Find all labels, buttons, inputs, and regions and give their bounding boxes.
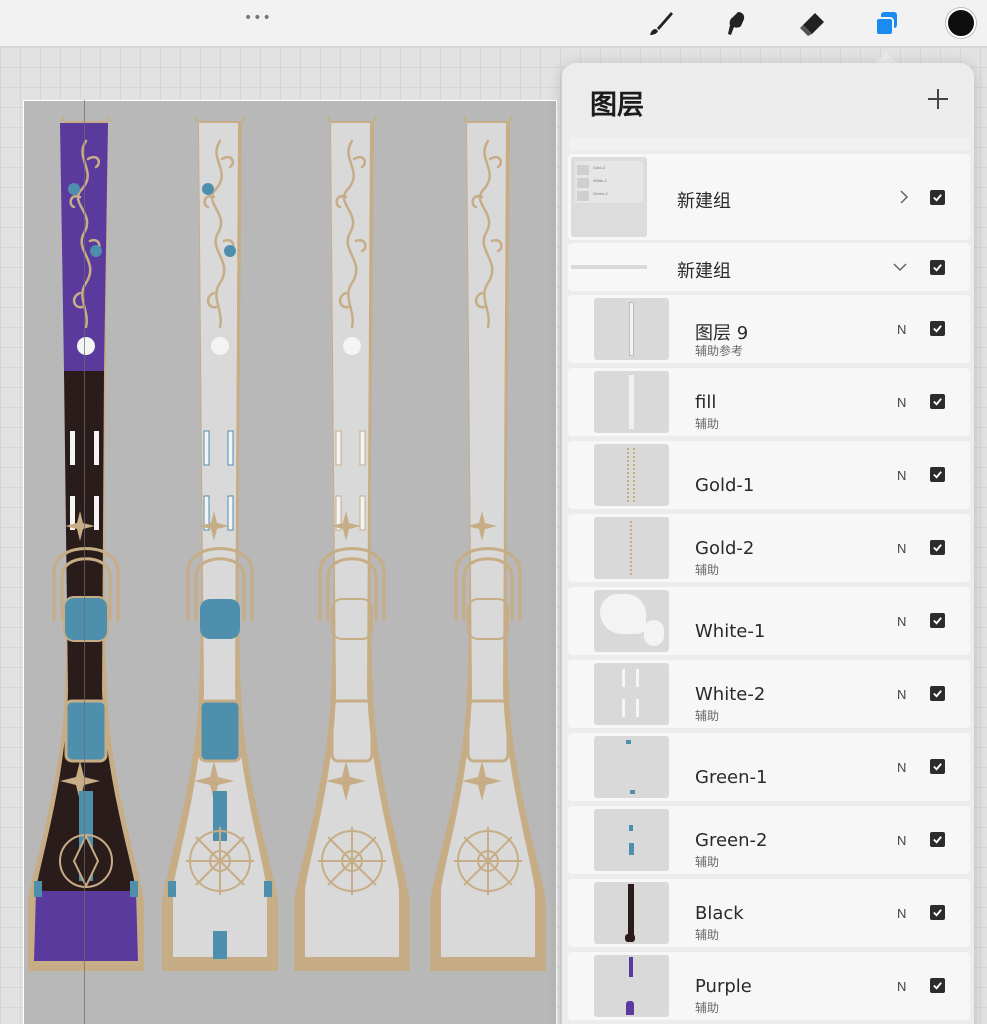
group-name: 新建组 bbox=[677, 191, 731, 212]
blend-mode[interactable]: N bbox=[897, 833, 906, 848]
layer-thumbnail bbox=[594, 809, 669, 871]
blend-mode[interactable]: N bbox=[897, 906, 906, 921]
chevron-right-icon[interactable] bbox=[896, 189, 912, 205]
blend-mode[interactable]: N bbox=[897, 979, 906, 994]
chevron-down-icon[interactable] bbox=[892, 259, 908, 275]
brush-icon[interactable] bbox=[642, 6, 678, 42]
visibility-checkbox[interactable] bbox=[930, 260, 945, 275]
layer-row[interactable]: Green-1 N bbox=[568, 733, 970, 801]
visibility-checkbox[interactable] bbox=[930, 905, 945, 920]
layer-name: Gold-2 bbox=[695, 538, 755, 559]
layer-thumbnail bbox=[594, 663, 669, 725]
layer-row[interactable]: fill 辅助 N bbox=[568, 368, 970, 436]
visibility-checkbox[interactable] bbox=[930, 832, 945, 847]
layer-subtitle: 辅助 bbox=[695, 1001, 720, 1015]
blend-mode[interactable]: N bbox=[897, 541, 906, 556]
visibility-checkbox[interactable] bbox=[930, 686, 945, 701]
visibility-checkbox[interactable] bbox=[930, 759, 945, 774]
layer-row[interactable]: 图层 9 辅助参考 N bbox=[568, 295, 970, 363]
layer-row-partial[interactable] bbox=[570, 137, 970, 151]
artboard[interactable] bbox=[23, 100, 557, 1024]
eraser-icon[interactable] bbox=[794, 6, 830, 42]
layer-row[interactable]: Green-2 辅助 N bbox=[568, 806, 970, 874]
layer-row[interactable]: Black 辅助 N bbox=[568, 879, 970, 947]
group-row-collapsed[interactable]: Gold-2 White-2 Green-2 新建组 bbox=[568, 154, 970, 240]
group-row-expanded[interactable]: 新建组 bbox=[568, 243, 970, 291]
layer-row[interactable]: Purple 辅助 N bbox=[568, 952, 970, 1020]
layer-thumbnail bbox=[594, 444, 669, 506]
blend-mode[interactable]: N bbox=[897, 468, 906, 483]
layer-subtitle: 辅助 bbox=[695, 709, 720, 723]
stole-artwork bbox=[28, 116, 546, 971]
layer-thumbnail bbox=[594, 517, 669, 579]
visibility-checkbox[interactable] bbox=[930, 978, 945, 993]
layer-name: fill bbox=[695, 392, 717, 413]
layer-thumbnail bbox=[594, 590, 669, 652]
visibility-checkbox[interactable] bbox=[930, 321, 945, 336]
layer-row[interactable]: Gold-1 N bbox=[568, 441, 970, 509]
layer-row[interactable]: White-1 N bbox=[568, 587, 970, 655]
layer-subtitle: 辅助 bbox=[695, 563, 720, 577]
blend-mode[interactable]: N bbox=[897, 614, 906, 629]
blend-mode[interactable]: N bbox=[897, 322, 906, 337]
thumb-line-2: White-2 bbox=[593, 178, 607, 183]
visibility-checkbox[interactable] bbox=[930, 613, 945, 628]
layer-thumbnail bbox=[594, 298, 669, 360]
group-name: 新建组 bbox=[677, 261, 731, 282]
layer-name: White-2 bbox=[695, 684, 766, 705]
layer-name: Green-2 bbox=[695, 830, 768, 851]
blend-mode[interactable]: N bbox=[897, 395, 906, 410]
panel-title: 图层 bbox=[590, 90, 644, 121]
blend-mode[interactable]: N bbox=[897, 760, 906, 775]
group-thumbnail-collapsed bbox=[571, 265, 647, 269]
color-picker-swatch[interactable] bbox=[946, 8, 976, 38]
layer-name: Black bbox=[695, 903, 744, 924]
layer-thumbnail bbox=[594, 955, 669, 1017]
visibility-checkbox[interactable] bbox=[930, 540, 945, 555]
visibility-checkbox[interactable] bbox=[930, 467, 945, 482]
layer-name: White-1 bbox=[695, 621, 766, 642]
layer-thumbnail bbox=[594, 736, 669, 798]
layer-row[interactable]: White-2 辅助 N bbox=[568, 660, 970, 728]
add-layer-button[interactable] bbox=[924, 85, 952, 113]
more-icon[interactable]: ••• bbox=[244, 10, 272, 26]
layer-thumbnail bbox=[594, 371, 669, 433]
layer-thumbnail bbox=[594, 882, 669, 944]
top-toolbar: ••• bbox=[0, 0, 987, 47]
layer-subtitle: 辅助 bbox=[695, 928, 720, 942]
layer-name: Purple bbox=[695, 976, 752, 997]
vertical-guide-line bbox=[84, 100, 85, 1024]
layer-name: Green-1 bbox=[695, 767, 768, 788]
layer-row[interactable]: Gold-2 辅助 N bbox=[568, 514, 970, 582]
layer-subtitle: 辅助参考 bbox=[695, 344, 744, 358]
blend-mode[interactable]: N bbox=[897, 687, 906, 702]
layer-subtitle: 辅助 bbox=[695, 855, 720, 869]
smudge-icon[interactable] bbox=[718, 6, 754, 42]
layer-name: Gold-1 bbox=[695, 475, 755, 496]
group-thumbnail: Gold-2 White-2 Green-2 bbox=[571, 157, 647, 237]
visibility-checkbox[interactable] bbox=[930, 190, 945, 205]
layers-panel: 图层 Gold-2 White-2 Green-2 新建组 新建组 图层 9 辅… bbox=[562, 63, 974, 1024]
visibility-checkbox[interactable] bbox=[930, 394, 945, 409]
layer-subtitle: 辅助 bbox=[695, 417, 720, 431]
thumb-line-3: Green-2 bbox=[593, 191, 608, 196]
layers-icon[interactable] bbox=[868, 6, 904, 42]
thumb-line-1: Gold-2 bbox=[593, 165, 606, 170]
